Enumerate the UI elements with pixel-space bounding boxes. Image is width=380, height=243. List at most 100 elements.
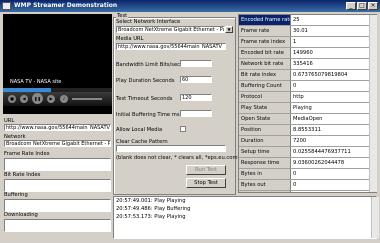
stats-value: 335416 <box>293 61 313 67</box>
stats-value: 0 <box>291 191 376 192</box>
url-field[interactable]: http://www.nasa.gov/55644main_NASATV_ <box>4 124 111 131</box>
window-controls: _ □ × <box>346 2 378 10</box>
window-title: WMP Streamer Demonstration <box>14 2 118 9</box>
allow-local-checkbox[interactable] <box>180 126 186 132</box>
stats-row[interactable]: Bytes in 0 <box>239 169 376 180</box>
stats-value: MediaOpen <box>293 116 323 122</box>
stats-value: http <box>293 94 304 100</box>
clear-cache-hint: (blank does not clear, * clears all, *ep… <box>116 155 243 161</box>
play-duration-input[interactable]: 60 <box>180 76 212 83</box>
stats-row[interactable]: Network bit rate 335416 <box>239 59 376 70</box>
play-pause-icon[interactable]: ❚❚ <box>32 93 43 104</box>
app-icon <box>2 2 11 10</box>
stats-key: Bit rate index <box>239 70 291 80</box>
run-test-button[interactable]: Run Test <box>186 165 226 175</box>
stats-row[interactable]: Protocol http <box>239 92 376 103</box>
stats-row[interactable]: Bit rate index 0.673765079819804 <box>239 70 376 81</box>
stats-row[interactable]: Frame rate index 1 <box>239 37 376 48</box>
bandwidth-input[interactable] <box>180 60 212 67</box>
stats-value: 7200 <box>293 138 307 144</box>
title-bar: WMP Streamer Demonstration <box>0 0 380 12</box>
stats-key: Open State <box>239 114 291 124</box>
stats-row[interactable]: Encoded bit rate 149960 <box>239 48 376 59</box>
previous-icon[interactable]: ◀ <box>20 95 28 103</box>
stats-key: Bytes in <box>239 169 291 179</box>
stats-value: 9.03600262044478 <box>293 160 345 166</box>
buffering-label: Buffering <box>4 192 28 198</box>
stats-key: Bytes per Sec <box>239 191 291 192</box>
buffering-bar <box>4 199 111 212</box>
stats-row[interactable]: Response time 9.03600262044478 <box>239 158 376 169</box>
video-title: NASA TV - NASA site <box>10 79 62 85</box>
stats-value: 0 <box>293 182 297 188</box>
stats-row[interactable]: Frame rate 30.01 <box>239 26 376 37</box>
minimize-button[interactable]: _ <box>346 2 356 10</box>
stats-value: 8.8553311 <box>293 127 322 133</box>
maximize-button[interactable]: □ <box>357 2 367 10</box>
stats-key: Protocol <box>239 92 291 102</box>
initial-buffering-input[interactable] <box>180 110 212 117</box>
stats-row[interactable]: Position 8.8553311 <box>239 125 376 136</box>
test-timeout-label: Test Timeout Seconds <box>116 96 173 102</box>
select-network-label: Select Network Interface <box>116 19 181 25</box>
volume-icon[interactable]: ♪ <box>60 95 68 103</box>
allow-local-label: Allow Local Media <box>116 127 163 133</box>
stats-key: Setup time <box>239 147 291 157</box>
bit-rate-index-label: Bit Rate Index <box>4 172 41 178</box>
stats-row[interactable]: Bytes per Sec0 <box>239 191 376 192</box>
stats-value: 0 <box>293 83 297 89</box>
stats-row[interactable]: Bytes out 0 <box>239 180 376 191</box>
stats-key: Buffering Count <box>239 81 291 91</box>
stats-scrollbar[interactable] <box>369 15 377 192</box>
stats-row[interactable]: Open State MediaOpen <box>239 114 376 125</box>
stats-value: 0.0255844476937711 <box>293 149 351 155</box>
initial-buffering-label: Initial Buffering Time ms <box>116 112 180 118</box>
test-timeout-input[interactable]: 120 <box>180 94 212 101</box>
stats-value: 30.01 <box>293 28 308 34</box>
media-url-input[interactable]: http://www.nasa.gov/55644main_NASATV_... <box>116 43 226 50</box>
select-network-dropdown[interactable]: Broadcom NetXtreme Gigabit Ethernet - Pa… <box>116 26 225 33</box>
stats-key: Duration <box>239 136 291 146</box>
stats-key: Bytes out <box>239 180 291 190</box>
stats-row[interactable]: Duration 7200 <box>239 136 376 147</box>
stats-row[interactable]: Encoded frame rate 25 <box>239 15 376 26</box>
stats-row[interactable]: Play State Playing <box>239 103 376 114</box>
log-scrollbar[interactable] <box>371 197 379 238</box>
bit-rate-index-bar <box>4 179 111 192</box>
stop-icon[interactable]: ■ <box>8 95 16 103</box>
stats-key: Encoded frame rate <box>239 15 291 25</box>
next-icon[interactable]: ▶ <box>47 95 55 103</box>
stats-key: Frame rate index <box>239 37 291 47</box>
stats-key: Response time <box>239 158 291 168</box>
stats-key: Network bit rate <box>239 59 291 69</box>
downloading-label: Downloading <box>4 212 38 218</box>
stats-value: 0 <box>293 171 297 177</box>
log-line: 20:57:49.486: Play Buffering <box>116 206 191 212</box>
stats-row[interactable]: Setup time 0.0255844476937711 <box>239 147 376 158</box>
stats-key: Play State <box>239 103 291 113</box>
stats-key: Encoded bit rate <box>239 48 291 58</box>
log-line: 20:57:53.173: Play Playing <box>116 214 186 220</box>
stats-value: 1 <box>293 39 297 45</box>
stats-key: Frame rate <box>239 26 291 36</box>
bandwidth-label: Bandwidth Limit Bits/sec <box>116 62 181 68</box>
close-button[interactable]: × <box>368 2 378 10</box>
stats-value: 0.673765079819804 <box>293 72 348 78</box>
stats-value: 25 <box>293 17 300 23</box>
downloading-bar <box>4 219 111 232</box>
stats-row[interactable]: Buffering Count 0 <box>239 81 376 92</box>
stats-key: Position <box>239 125 291 135</box>
event-log[interactable]: 20:57:49.001: Play Playing 20:57:49.486: … <box>113 196 377 239</box>
stop-test-button[interactable]: Stop Test <box>186 178 226 188</box>
stats-value: Playing <box>293 105 312 111</box>
media-url-label: Media URL <box>116 36 144 42</box>
volume-slider[interactable] <box>72 98 102 100</box>
play-duration-label: Play Duration Seconds <box>116 78 175 84</box>
stats-value: 149960 <box>293 50 313 56</box>
dropdown-arrow-icon[interactable]: ▼ <box>225 26 233 33</box>
clear-cache-input[interactable] <box>116 145 226 152</box>
frame-rate-index-label: Frame Rate Index <box>4 151 50 157</box>
stats-grid[interactable]: Encoded frame rate 25 Frame rate 30.01 Frame… <box>238 14 377 193</box>
network-field[interactable]: Broadcom NetXtreme Gigabit Ethernet - Pa… <box>4 140 111 147</box>
log-line: 20:57:49.001: Play Playing <box>116 198 186 204</box>
